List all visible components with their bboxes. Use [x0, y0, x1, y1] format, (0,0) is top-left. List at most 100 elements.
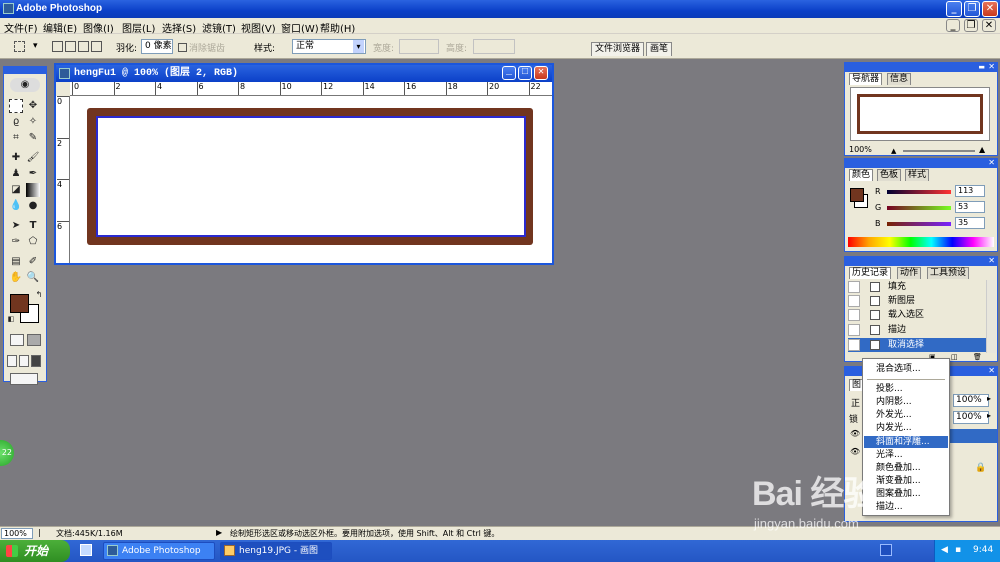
- tab-tool-presets[interactable]: 工具预设: [927, 267, 970, 279]
- clone-stamp-icon[interactable]: ♟: [9, 167, 23, 181]
- chevron-right-icon[interactable]: ▸: [987, 411, 991, 420]
- history-item-selected[interactable]: 取消选择: [848, 338, 996, 352]
- dodge-icon[interactable]: ●: [26, 199, 40, 213]
- menu-inner-shadow[interactable]: 内阴影...: [864, 396, 948, 408]
- fill-input[interactable]: 100%: [953, 411, 989, 424]
- feather-input[interactable]: 0 像素: [141, 39, 173, 54]
- eraser-icon[interactable]: ◪: [9, 183, 23, 197]
- menu-satin[interactable]: 光泽...: [864, 449, 948, 461]
- intersect-selection-icon[interactable]: [91, 41, 102, 52]
- menu-view[interactable]: 视图(V): [241, 20, 276, 35]
- start-button[interactable]: 开始: [0, 540, 70, 562]
- screen-mode-full-icon[interactable]: [31, 355, 41, 367]
- menu-window[interactable]: 窗口(W): [281, 20, 319, 35]
- zoom-slider[interactable]: [903, 150, 975, 152]
- rect-marquee-icon[interactable]: [9, 99, 23, 113]
- height-input[interactable]: [473, 39, 515, 54]
- document-window[interactable]: hengFu1 @ 100% (图层 2, RGB) _ □ ✕ 0 2 4 6 8 10…: [54, 63, 554, 265]
- trash-icon[interactable]: 🗑: [973, 353, 982, 361]
- add-selection-icon[interactable]: [65, 41, 76, 52]
- taskbar-photoshop[interactable]: Adobe Photoshop: [103, 542, 215, 560]
- zoom-icon[interactable]: 🔍: [26, 271, 40, 285]
- tab-color[interactable]: 颜色: [849, 169, 874, 181]
- screen-mode-full-menu-icon[interactable]: [19, 355, 29, 367]
- jump-to-imageready-icon[interactable]: [10, 373, 38, 385]
- antialias-checkbox[interactable]: [178, 43, 187, 52]
- panel-close-icon[interactable]: ✕: [988, 256, 995, 265]
- tab-styles[interactable]: 样式: [905, 169, 930, 181]
- healing-brush-icon[interactable]: ✚: [9, 151, 23, 165]
- marquee-tool-icon[interactable]: [14, 41, 25, 52]
- doc-restore-icon[interactable]: ❐: [964, 19, 978, 32]
- swap-colors-icon[interactable]: ↰: [32, 288, 46, 302]
- blur-icon[interactable]: 💧: [9, 199, 23, 213]
- minimize-icon[interactable]: _: [946, 1, 962, 17]
- screen-mode-standard-icon[interactable]: [7, 355, 17, 367]
- magic-wand-icon[interactable]: ✧: [26, 115, 40, 129]
- lasso-icon[interactable]: ϱ: [9, 115, 23, 129]
- menu-drop-shadow[interactable]: 投影...: [864, 383, 948, 395]
- tray-arrow-icon[interactable]: ◀: [941, 545, 948, 555]
- zoom-in-icon[interactable]: ▲: [979, 145, 985, 154]
- tray-network-icon[interactable]: ▪: [955, 545, 961, 555]
- eyedropper-icon[interactable]: ✐: [26, 255, 40, 269]
- eye-icon[interactable]: 👁: [850, 447, 860, 456]
- chevron-right-icon[interactable]: ▸: [987, 394, 991, 403]
- panel-close-icon[interactable]: ✕: [988, 158, 995, 167]
- document-canvas[interactable]: [70, 96, 552, 263]
- tab-history[interactable]: 历史记录: [849, 267, 892, 279]
- gradient-icon[interactable]: [26, 183, 40, 197]
- crop-icon[interactable]: ⌗: [9, 131, 23, 145]
- standard-mode-icon[interactable]: [10, 334, 24, 346]
- language-icon[interactable]: [880, 544, 892, 556]
- history-scrollbar[interactable]: [986, 280, 996, 353]
- menu-file[interactable]: 文件(F): [4, 20, 38, 35]
- menu-layer[interactable]: 图层(L): [122, 20, 155, 35]
- play-arrow-icon[interactable]: ▶: [216, 528, 222, 537]
- doc-close-icon[interactable]: ✕: [982, 19, 996, 32]
- color-ramp[interactable]: [848, 237, 994, 247]
- history-item[interactable]: 新图层: [848, 294, 996, 308]
- notes-icon[interactable]: ▤: [9, 255, 23, 269]
- doc-win-maximize-icon[interactable]: □: [518, 66, 532, 80]
- b-input[interactable]: 35: [955, 217, 985, 229]
- document-title-bar[interactable]: hengFu1 @ 100% (图层 2, RGB) _ □ ✕: [56, 65, 552, 82]
- r-input[interactable]: 113: [955, 185, 985, 197]
- history-checkbox[interactable]: [848, 324, 860, 336]
- quick-mask-icon[interactable]: [27, 334, 41, 346]
- history-item[interactable]: 载入选区: [848, 308, 996, 322]
- fg-color-chip[interactable]: [850, 188, 864, 202]
- r-slider[interactable]: [887, 190, 951, 194]
- history-checkbox[interactable]: [848, 339, 860, 351]
- history-checkbox[interactable]: [848, 309, 860, 321]
- menu-outer-glow[interactable]: 外发光...: [864, 409, 948, 421]
- brush-icon[interactable]: 🖌: [26, 151, 40, 165]
- panel-close-icon[interactable]: ✕: [988, 62, 995, 71]
- tab-navigator[interactable]: 导航器: [849, 73, 883, 85]
- app-title-bar[interactable]: Adobe Photoshop _ ❐ ✕: [0, 0, 1000, 18]
- history-item[interactable]: 填充: [848, 280, 996, 294]
- taskbar-paint[interactable]: heng19.JPG - 画图: [220, 542, 332, 560]
- history-item[interactable]: 描边: [848, 323, 996, 337]
- width-input[interactable]: [399, 39, 439, 54]
- move-icon[interactable]: ✥: [26, 99, 40, 113]
- menu-image[interactable]: 图像(I): [83, 20, 114, 35]
- tab-file-browser[interactable]: 文件浏览器: [591, 42, 645, 56]
- menu-bevel-emboss[interactable]: 斜面和浮雕...: [864, 436, 948, 448]
- menu-edit[interactable]: 编辑(E): [43, 20, 77, 35]
- eye-icon[interactable]: 👁: [850, 429, 860, 438]
- zoom-input[interactable]: 100%: [1, 528, 33, 539]
- tab-brushes[interactable]: 画笔: [646, 42, 673, 56]
- type-icon[interactable]: T: [26, 219, 40, 233]
- photoshop-eye-icon[interactable]: ◉: [10, 78, 40, 92]
- g-input[interactable]: 53: [955, 201, 985, 213]
- menu-filter[interactable]: 滤镜(T): [202, 20, 236, 35]
- g-slider[interactable]: [887, 206, 951, 210]
- b-slider[interactable]: [887, 222, 951, 226]
- slice-icon[interactable]: ✎: [26, 131, 40, 145]
- navigator-thumbnail[interactable]: [850, 87, 990, 141]
- layer-row-selected[interactable]: [949, 429, 997, 443]
- show-desktop-icon[interactable]: [80, 544, 92, 556]
- blend-mode-select[interactable]: 正: [851, 396, 860, 409]
- zoom-out-icon[interactable]: ▲: [891, 147, 896, 155]
